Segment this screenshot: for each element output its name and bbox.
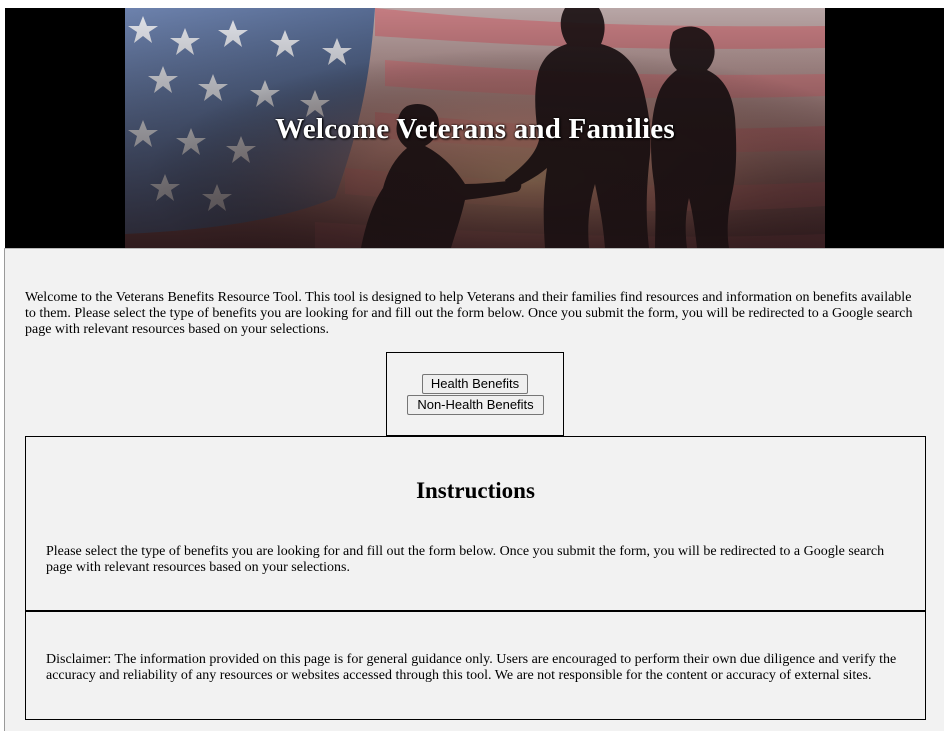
benefit-type-selector: Health Benefits Non-Health Benefits	[386, 352, 564, 436]
instructions-paragraph: Please select the type of benefits you a…	[46, 544, 885, 575]
main-content: Welcome to the Veterans Benefits Resourc…	[4, 248, 944, 731]
instructions-heading: Instructions	[416, 478, 535, 503]
non-health-benefits-button[interactable]: Non-Health Benefits	[407, 395, 544, 415]
disclaimer-paragraph: Disclaimer: The information provided on …	[46, 652, 897, 683]
page-title: Welcome Veterans and Families	[275, 113, 675, 145]
instructions-section: Instructions Please select the type of b…	[25, 436, 926, 612]
health-benefits-button[interactable]: Health Benefits	[422, 374, 528, 394]
hero-banner: Welcome Veterans and Families	[125, 8, 825, 248]
intro-paragraph: Welcome to the Veterans Benefits Resourc…	[25, 290, 913, 337]
header-band: Welcome Veterans and Families	[5, 8, 944, 248]
disclaimer-section: Disclaimer: The information provided on …	[25, 611, 926, 720]
